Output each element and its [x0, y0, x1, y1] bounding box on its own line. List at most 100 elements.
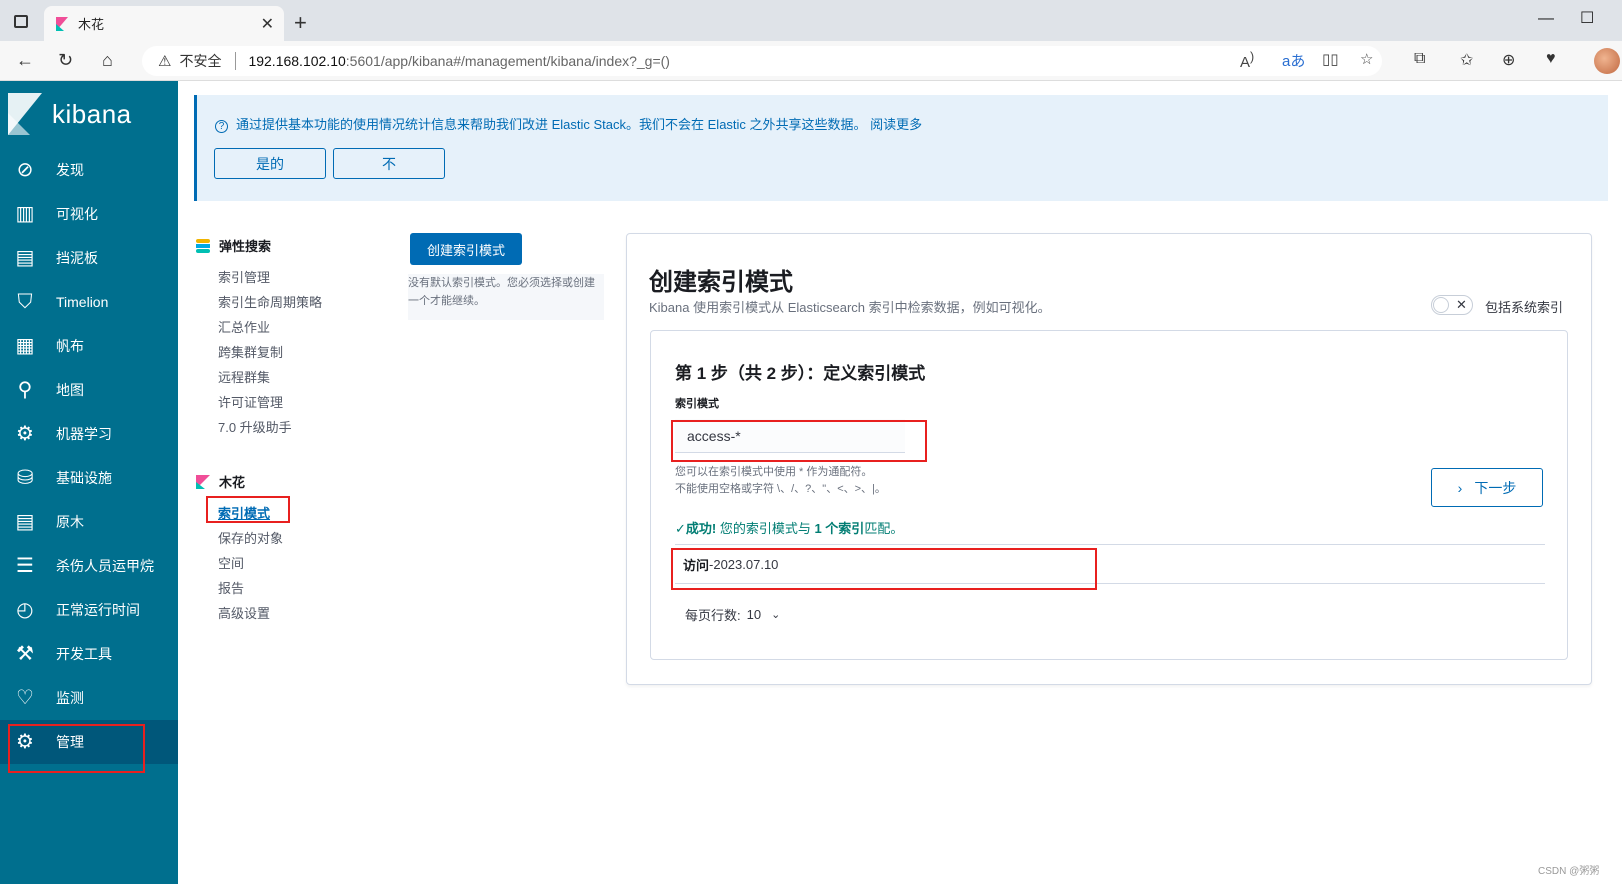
- nav-item-dashboard[interactable]: ▤ 挡泥板: [0, 236, 178, 280]
- next-step-button[interactable]: › 下一步: [1431, 468, 1543, 507]
- back-icon[interactable]: ←: [16, 50, 34, 71]
- link-remote-clusters[interactable]: 远程群集: [218, 367, 270, 386]
- nav-item-visualize[interactable]: ▥ 可视化: [0, 192, 178, 236]
- logs-icon: ▤: [15, 511, 35, 533]
- link-license-management[interactable]: 许可证管理: [218, 392, 283, 411]
- favorite-star-icon[interactable]: ☆: [1360, 50, 1373, 68]
- warning-icon: ⚠: [158, 53, 172, 70]
- apm-icon: ☰: [16, 555, 34, 577]
- next-step-label: 下一步: [1474, 479, 1517, 496]
- favorites-icon[interactable]: ✩: [1460, 50, 1473, 70]
- banner-text: 通过提供基本功能的使用情况统计信息来帮助我们改进 Elastic Stack。我…: [236, 117, 923, 132]
- nav-item-apm[interactable]: ☰ 杀伤人员运甲烷: [0, 544, 178, 588]
- index-pattern-label: 索引模式: [675, 398, 719, 410]
- step-panel: 第 1 步（共 2 步）：定义索引模式 索引模式 您可以在索引模式中使用 * 作…: [650, 330, 1568, 660]
- link-upgrade-assistant[interactable]: 7.0 升级助手: [218, 417, 292, 436]
- browser-tab-bar: 木花 ✕ + — ☐: [0, 0, 1622, 41]
- chevron-down-icon: ⌄: [771, 609, 781, 621]
- yes-button[interactable]: 是的: [214, 148, 326, 179]
- toggle-off-icon: ✕: [1456, 297, 1467, 312]
- success-count: 1 个索引: [814, 521, 865, 536]
- url-host: 192.168.102.10: [248, 53, 346, 69]
- nav-label: 杀伤人员运甲烷: [56, 558, 154, 574]
- nav-item-infrastructure[interactable]: ⛁ 基础设施: [0, 456, 178, 500]
- browser-tab[interactable]: 木花 ✕: [44, 6, 284, 41]
- nav-item-devtools[interactable]: ⚒ 开发工具: [0, 632, 178, 676]
- link-saved-objects[interactable]: 保存的对象: [218, 528, 283, 547]
- kibana-logo[interactable]: kibana: [8, 93, 132, 135]
- nav-label: Timelion: [56, 294, 109, 310]
- rows-per-page-label: 每页行数:: [685, 608, 741, 623]
- include-system-indices-toggle[interactable]: ✕: [1431, 295, 1473, 315]
- dashboard-icon: ▤: [15, 247, 35, 269]
- help-line-1: 您可以在索引模式中使用 * 作为通配符。: [675, 466, 873, 478]
- rows-per-page-control[interactable]: 每页行数: 10 ⌄: [685, 605, 780, 624]
- monitoring-icon: ♡: [16, 687, 34, 709]
- nav-item-ml[interactable]: ⚙ 机器学习: [0, 412, 178, 456]
- elasticsearch-icon: [196, 238, 210, 253]
- chevron-right-icon: ›: [1457, 479, 1463, 496]
- insecure-label: 不安全: [179, 53, 222, 69]
- canvas-icon: ▦: [15, 335, 35, 357]
- page-title: 创建索引模式: [649, 269, 793, 296]
- link-ccr[interactable]: 跨集群复制: [218, 342, 283, 361]
- reader-view-icon[interactable]: ▯▯: [1322, 50, 1339, 68]
- kibana-brand: kibana: [52, 98, 132, 129]
- nav-label: 基础设施: [56, 470, 112, 486]
- nav-item-timelion[interactable]: ⛉ Timelion: [0, 280, 178, 324]
- nav-item-uptime[interactable]: ◴ 正常运行时间: [0, 588, 178, 632]
- extensions-icon[interactable]: ⧉: [1414, 50, 1425, 68]
- step-title: 第 1 步（共 2 步）：定义索引模式: [675, 364, 926, 383]
- highlight-box-input: [671, 420, 927, 462]
- telemetry-banner: ? 通过提供基本功能的使用情况统计信息来帮助我们改进 Elastic Stack。…: [194, 95, 1608, 201]
- question-icon: ?: [215, 120, 228, 133]
- no-button[interactable]: 不: [333, 148, 445, 179]
- tab-close-icon[interactable]: ✕: [261, 14, 274, 34]
- nav-item-logs[interactable]: ▤ 原木: [0, 500, 178, 544]
- toggle-knob: [1433, 297, 1449, 313]
- nav-label: 可视化: [56, 206, 98, 222]
- link-spaces[interactable]: 空间: [218, 553, 244, 572]
- refresh-icon[interactable]: ↻: [58, 50, 73, 71]
- url-field[interactable]: ⚠ 不安全 192.168.102.10:5601/app/kibana#/ma…: [142, 46, 1382, 76]
- link-index-management[interactable]: 索引管理: [218, 267, 270, 286]
- url-path: :5601/app/kibana#/management/kibana/inde…: [345, 53, 670, 69]
- nav-item-maps[interactable]: ⚲ 地图: [0, 368, 178, 412]
- collections-icon[interactable]: ⊕: [1502, 50, 1515, 70]
- uptime-icon: ◴: [16, 599, 34, 621]
- success-suffix: 匹配。: [864, 521, 904, 536]
- link-rollup-jobs[interactable]: 汇总作业: [218, 317, 270, 336]
- kibana-icon: [196, 474, 210, 489]
- page-description: Kibana 使用索引模式从 Elasticsearch 索引中检索数据，例如可…: [649, 300, 1051, 315]
- nav-label: 开发工具: [56, 646, 112, 662]
- highlight-box-index-patterns: [206, 496, 290, 523]
- nav-label: 原木: [56, 514, 84, 530]
- no-default-note: 没有默认索引模式。您必须选择或创建一个才能继续。: [408, 274, 604, 320]
- link-advanced-settings[interactable]: 高级设置: [218, 603, 270, 622]
- performance-icon[interactable]: ♥: [1546, 50, 1556, 68]
- index-pattern-help: 您可以在索引模式中使用 * 作为通配符。 不能使用空格或字符 \、/、?、"、<…: [675, 464, 886, 498]
- link-reporting[interactable]: 报告: [218, 578, 244, 597]
- profile-avatar[interactable]: [1594, 48, 1620, 74]
- translate-icon[interactable]: aあ: [1282, 50, 1305, 71]
- success-prefix: ✓成功!: [675, 521, 717, 536]
- create-index-pattern-button[interactable]: 创建索引模式: [410, 233, 522, 265]
- nav-item-monitoring[interactable]: ♡ 监测: [0, 676, 178, 720]
- nav-item-discover[interactable]: ⊘ 发现: [0, 148, 178, 192]
- rows-per-page-value: 10: [746, 607, 762, 622]
- read-aloud-icon[interactable]: A): [1240, 50, 1254, 71]
- kibana-logo-icon: [8, 93, 42, 135]
- sidebar-toggle-icon[interactable]: [14, 15, 28, 28]
- maximize-icon[interactable]: ☐: [1580, 8, 1594, 28]
- map-icon: ⚲: [17, 379, 33, 401]
- help-line-2: 不能使用空格或字符 \、/、?、"、<、>、|。: [675, 483, 886, 495]
- link-ilm-policies[interactable]: 索引生命周期策略: [218, 292, 322, 311]
- new-tab-button[interactable]: +: [294, 10, 307, 36]
- toggle-label: 包括系统索引: [1485, 300, 1564, 315]
- section-title-text: 木花: [219, 475, 246, 490]
- success-message: ✓成功! 您的索引模式与 1 个索引匹配。: [675, 518, 903, 537]
- home-icon[interactable]: ⌂: [102, 50, 113, 71]
- minimize-icon[interactable]: —: [1538, 10, 1554, 28]
- nav-item-canvas[interactable]: ▦ 帆布: [0, 324, 178, 368]
- elasticsearch-section-title: 弹性搜索: [196, 236, 271, 255]
